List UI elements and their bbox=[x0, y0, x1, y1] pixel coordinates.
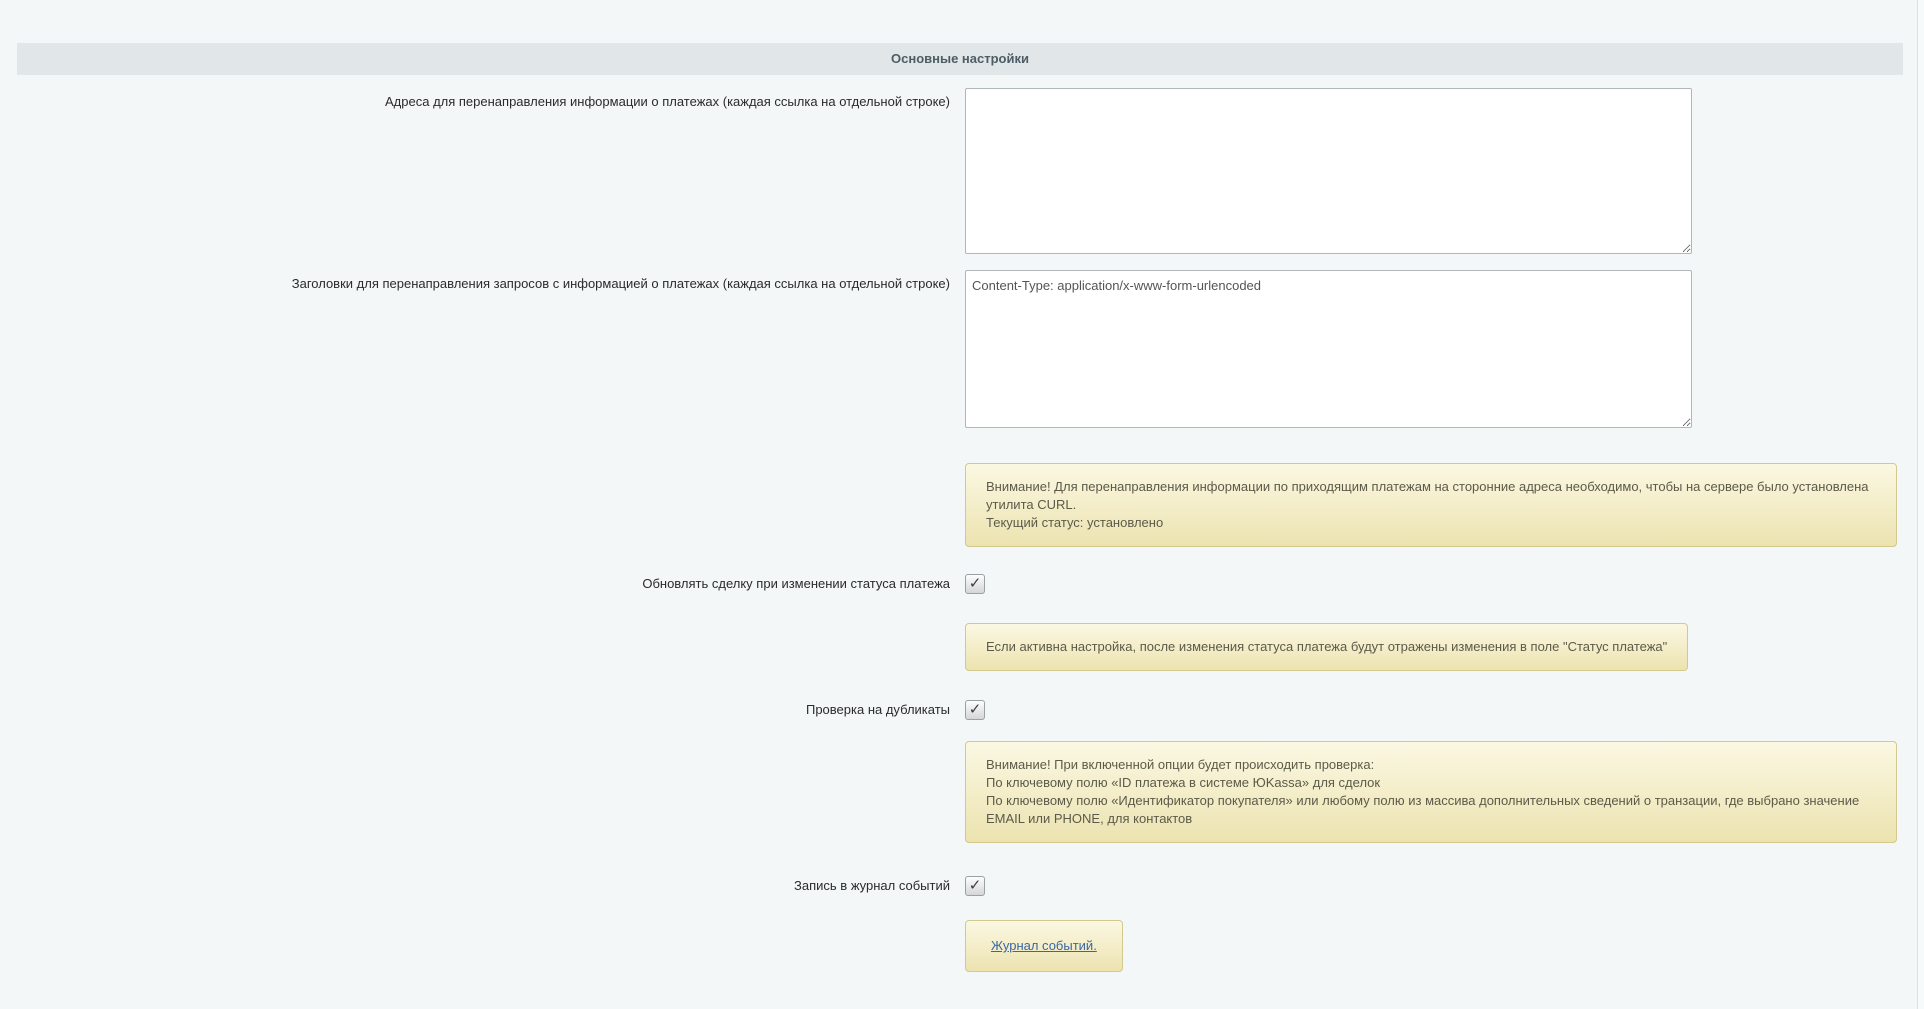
checkmark-icon: ✓ bbox=[966, 877, 984, 894]
update-deal-note: Если активна настройка, после изменения … bbox=[965, 623, 1688, 671]
checkmark-icon: ✓ bbox=[966, 701, 984, 718]
journal-field: ✓ bbox=[965, 876, 985, 896]
duplicates-note-row: Внимание! При включенной опции будет про… bbox=[965, 741, 1924, 843]
duplicates-note-line1: Внимание! При включенной опции будет про… bbox=[986, 756, 1876, 774]
journal-label: Запись в журнал событий bbox=[0, 878, 950, 894]
curl-warning-note: Внимание! Для перенаправления информации… bbox=[965, 463, 1897, 547]
journal-link-box: Журнал событий. bbox=[965, 920, 1123, 972]
duplicates-note-line3: По ключевому полю «Идентификатор покупат… bbox=[986, 792, 1876, 828]
redirect-addresses-textarea[interactable] bbox=[965, 88, 1692, 254]
journal-checkbox[interactable]: ✓ bbox=[965, 876, 985, 896]
update-deal-checkbox[interactable]: ✓ bbox=[965, 574, 985, 594]
update-deal-note-text: Если активна настройка, после изменения … bbox=[986, 638, 1667, 656]
checkmark-icon: ✓ bbox=[966, 575, 984, 592]
duplicates-label: Проверка на дубликаты bbox=[0, 702, 950, 718]
form-row-duplicates: Проверка на дубликаты ✓ bbox=[0, 700, 1924, 720]
update-deal-label: Обновлять сделку при изменении статуса п… bbox=[0, 576, 950, 592]
form-row-redirect-addresses: Адреса для перенаправления информации о … bbox=[0, 88, 1924, 254]
section-title: Основные настройки bbox=[891, 51, 1029, 66]
journal-link-row: Журнал событий. bbox=[965, 920, 1924, 972]
redirect-headers-label: Заголовки для перенаправления запросов с… bbox=[0, 270, 950, 428]
form-row-journal: Запись в журнал событий ✓ bbox=[0, 876, 1924, 896]
duplicates-field: ✓ bbox=[965, 700, 985, 720]
duplicates-warning-note: Внимание! При включенной опции будет про… bbox=[965, 741, 1897, 843]
curl-warning-row: Внимание! Для перенаправления информации… bbox=[965, 463, 1924, 547]
curl-status-text: Текущий статус: установлено bbox=[986, 514, 1876, 532]
journal-link[interactable]: Журнал событий. bbox=[991, 938, 1097, 953]
section-header: Основные настройки bbox=[17, 43, 1903, 75]
form-row-update-deal: Обновлять сделку при изменении статуса п… bbox=[0, 574, 1924, 594]
payment-settings-page: Основные настройки Адреса для перенаправ… bbox=[0, 0, 1924, 1009]
curl-warning-text: Внимание! Для перенаправления информации… bbox=[986, 478, 1876, 514]
update-deal-field: ✓ bbox=[965, 574, 985, 594]
duplicates-checkbox[interactable]: ✓ bbox=[965, 700, 985, 720]
duplicates-note-line2: По ключевому полю «ID платежа в системе … bbox=[986, 774, 1876, 792]
redirect-addresses-label: Адреса для перенаправления информации о … bbox=[0, 88, 950, 254]
redirect-headers-field: Content-Type: application/x-www-form-url… bbox=[965, 270, 1692, 428]
redirect-headers-textarea[interactable]: Content-Type: application/x-www-form-url… bbox=[965, 270, 1692, 428]
scrollbar-track[interactable] bbox=[1917, 0, 1924, 1009]
redirect-addresses-field bbox=[965, 88, 1692, 254]
update-deal-note-row: Если активна настройка, после изменения … bbox=[965, 623, 1924, 671]
form-row-redirect-headers: Заголовки для перенаправления запросов с… bbox=[0, 270, 1924, 428]
